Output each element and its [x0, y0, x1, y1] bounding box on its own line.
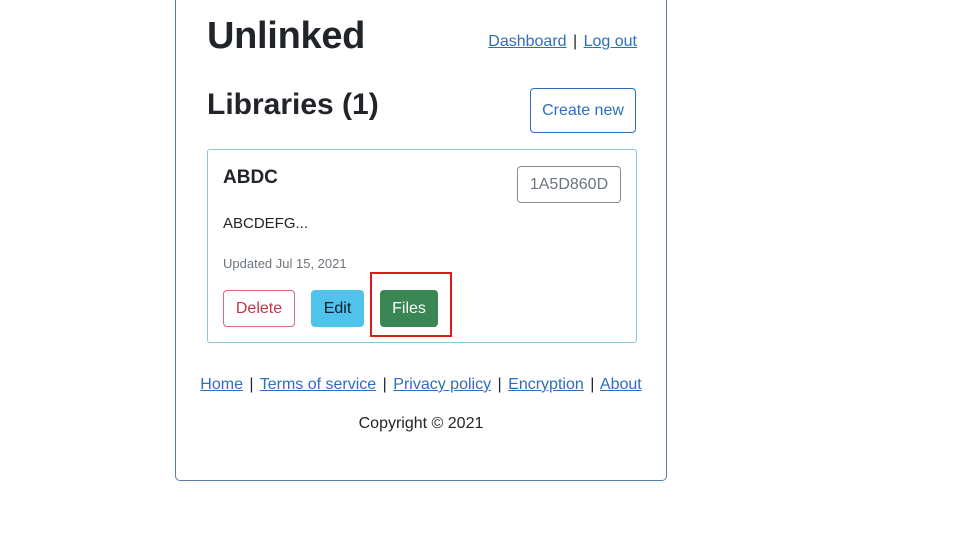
footer-link-privacy[interactable]: Privacy policy — [393, 376, 491, 393]
top-nav: Dashboard | Log out — [488, 33, 637, 51]
footer-link-about[interactable]: About — [600, 376, 642, 393]
delete-button[interactable]: Delete — [223, 290, 295, 327]
library-name: ABDC — [223, 167, 278, 188]
dashboard-link[interactable]: Dashboard — [488, 33, 566, 50]
nav-separator: | — [573, 33, 578, 50]
footer-separator: | — [497, 376, 502, 393]
footer-link-home[interactable]: Home — [200, 376, 243, 393]
main-panel: Unlinked Dashboard | Log out Libraries (… — [175, 0, 667, 481]
library-card: ABDC 1A5D860D ABCDEFG... Updated Jul 15,… — [207, 149, 637, 343]
footer-nav: Home | Terms of service | Privacy policy… — [176, 376, 666, 394]
footer-link-encryption[interactable]: Encryption — [508, 376, 584, 393]
library-description: ABCDEFG... — [223, 215, 309, 232]
app-title: Unlinked — [207, 15, 366, 57]
logout-link[interactable]: Log out — [584, 33, 637, 50]
footer-separator: | — [590, 376, 595, 393]
footer-separator: | — [249, 376, 254, 393]
copyright-text: Copyright © 2021 — [358, 415, 484, 432]
edit-button[interactable]: Edit — [311, 290, 364, 327]
create-new-button[interactable]: Create new — [530, 88, 636, 133]
footer-separator: | — [382, 376, 387, 393]
header: Unlinked Dashboard | Log out — [207, 15, 637, 65]
libraries-title: Libraries (1) — [207, 88, 379, 121]
footer-link-terms[interactable]: Terms of service — [260, 376, 376, 393]
files-button[interactable]: Files — [380, 290, 438, 327]
library-updated-date: Updated Jul 15, 2021 — [223, 256, 347, 271]
library-id-badge: 1A5D860D — [517, 166, 621, 203]
